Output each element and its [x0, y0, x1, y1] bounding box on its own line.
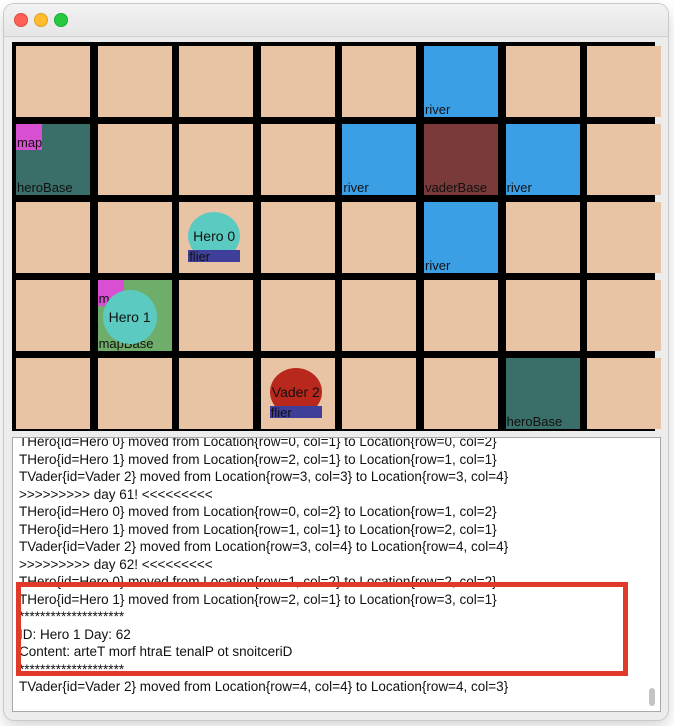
cell-label: river	[425, 102, 451, 117]
cell-label: river	[343, 180, 369, 195]
board-cell-r2-c2[interactable]: Hero 0 flier	[179, 202, 254, 273]
flier-badge: flier	[269, 406, 322, 420]
game-board: river map heroBase river vaderBase river Hero …	[12, 42, 662, 431]
board-cell-r1-c7[interactable]	[587, 124, 662, 195]
board-cell-r1-c6[interactable]: river	[505, 124, 580, 195]
board-cell-r3-c2[interactable]	[179, 280, 254, 351]
log-line: THero{id=Hero 1} moved from Location{row…	[19, 451, 497, 467]
log-line: TVader{id=Vader 2} moved from Location{r…	[19, 679, 509, 694]
title-bar	[4, 4, 668, 37]
board-cell-r4-c0[interactable]	[16, 358, 90, 429]
log-line: >>>>>>>>> day 62! <<<<<<<<<	[19, 556, 213, 572]
cell-label: river	[506, 180, 532, 195]
minimize-window-button[interactable]	[34, 13, 48, 27]
board-cell-r2-c6[interactable]	[505, 202, 580, 273]
board-cell-r2-c1[interactable]	[97, 202, 172, 273]
board-cell-r0-c7[interactable]	[587, 46, 662, 117]
board-cell-r4-c3[interactable]: Vader 2 flier	[260, 358, 335, 429]
board-cell-r3-c6[interactable]	[505, 280, 580, 351]
board-cell-r2-c7[interactable]	[587, 202, 662, 273]
log-line: ********************	[19, 661, 125, 677]
board-cell-r2-c0[interactable]	[16, 202, 90, 273]
board-cell-r0-c5[interactable]: river	[424, 46, 498, 117]
flier-badge: flier	[188, 250, 241, 264]
board-cell-r1-c3[interactable]	[260, 124, 335, 195]
cell-label: vaderBase	[425, 180, 488, 195]
board-cell-r0-c6[interactable]	[505, 46, 580, 117]
board-cell-r2-c4[interactable]	[342, 202, 417, 273]
map-tile-label: map	[17, 135, 43, 150]
board-cell-r1-c5[interactable]: vaderBase	[424, 124, 498, 195]
hero-unit[interactable]: Hero 1	[102, 290, 157, 344]
scrollbar-thumb[interactable]	[649, 688, 655, 706]
cell-label: river	[425, 258, 451, 273]
log-line: THero{id=Hero 1} moved from Location{row…	[19, 591, 497, 607]
board-cell-r0-c1[interactable]	[97, 46, 172, 117]
board-cell-r4-c7[interactable]	[587, 358, 662, 429]
log-line: THero{id=Hero 1} moved from Location{row…	[19, 521, 497, 537]
map-tile: map	[16, 124, 42, 150]
board-cell-r4-c2[interactable]	[179, 358, 254, 429]
log-lines: THero{id=Hero 0} moved from Location{row…	[19, 437, 648, 696]
board-cell-r4-c4[interactable]	[342, 358, 417, 429]
log-line: >>>>>>>>> day 61! <<<<<<<<<	[19, 486, 213, 502]
board-cell-r0-c4[interactable]	[342, 46, 417, 117]
board-cell-r3-c7[interactable]	[587, 280, 662, 351]
board-cell-r2-c5[interactable]: river	[424, 202, 498, 273]
board-cell-r3-c1[interactable]: mmapBaseHero 1	[97, 280, 172, 351]
zoom-window-button[interactable]	[54, 13, 68, 27]
log-line: THero{id=Hero 0} moved from Location{row…	[19, 574, 497, 589]
log-line: THero{id=Hero 0} moved from Location{row…	[19, 437, 497, 449]
board-cell-r0-c0[interactable]	[16, 46, 90, 117]
board-cell-r1-c1[interactable]	[97, 124, 172, 195]
board-cell-r0-c2[interactable]	[179, 46, 254, 117]
board-cell-r3-c0[interactable]	[16, 280, 90, 351]
board-cell-r1-c2[interactable]	[179, 124, 254, 195]
board-cell-r4-c5[interactable]	[424, 358, 498, 429]
log-line: Content: arteT morf htraE tenalP ot snoi…	[19, 644, 293, 659]
log-line: TVader{id=Vader 2} moved from Location{r…	[19, 539, 509, 554]
board-cell-r0-c3[interactable]	[260, 46, 335, 117]
log-line: ********************	[19, 609, 125, 624]
board-cell-r1-c0[interactable]: map heroBase	[16, 124, 90, 195]
event-log[interactable]: THero{id=Hero 0} moved from Location{row…	[12, 437, 661, 712]
log-line: TVader{id=Vader 2} moved from Location{r…	[19, 469, 509, 484]
board-cell-r3-c3[interactable]	[260, 280, 335, 351]
board-cell-r1-c4[interactable]: river	[342, 124, 417, 195]
board-cell-r4-c6[interactable]: heroBase	[505, 358, 580, 429]
board-cell-r4-c1[interactable]	[97, 358, 172, 429]
close-window-button[interactable]	[14, 13, 28, 27]
board-cell-r2-c3[interactable]	[260, 202, 335, 273]
cell-label: heroBase	[506, 414, 563, 429]
board-cell-r3-c5[interactable]	[424, 280, 498, 351]
board-cell-r3-c4[interactable]	[342, 280, 417, 351]
cell-label: heroBase	[17, 180, 73, 195]
log-line: ID: Hero 1 Day: 62	[19, 626, 131, 642]
log-line: THero{id=Hero 0} moved from Location{row…	[19, 504, 497, 519]
